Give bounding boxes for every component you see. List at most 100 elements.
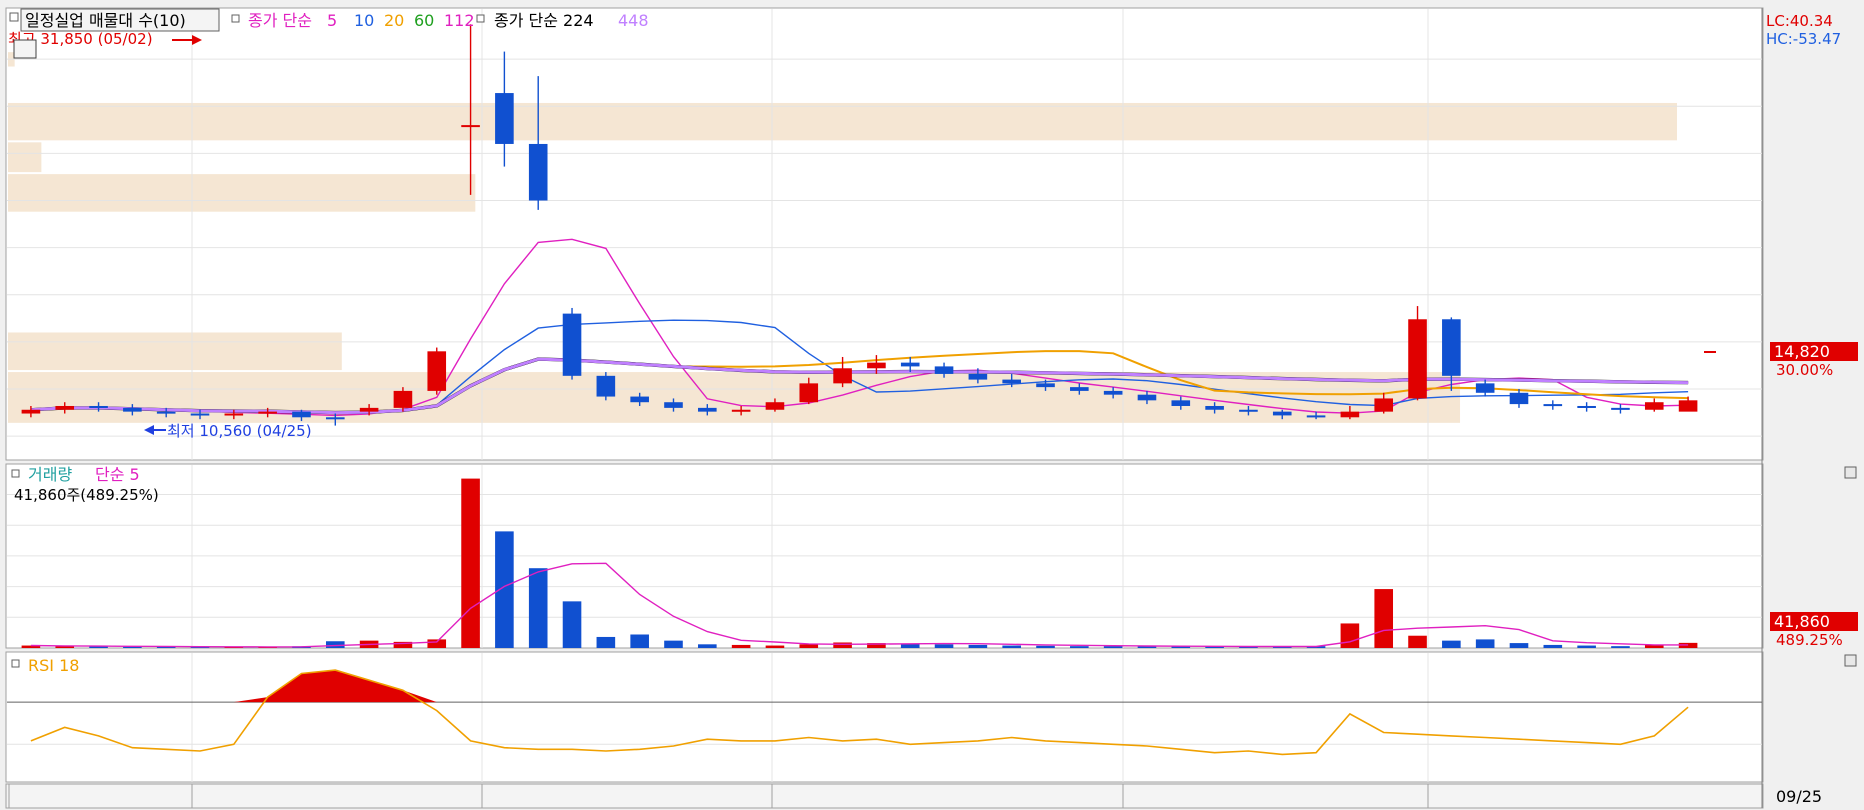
time-axis [5, 783, 1764, 809]
volume-bar [1543, 644, 1563, 648]
candle-body [292, 411, 311, 418]
ma-period-20: 20 [384, 11, 404, 30]
candle-body [1205, 405, 1224, 410]
last-volume-tag: 41,860 [1774, 612, 1830, 631]
candle-body [596, 375, 616, 397]
volume-bar [1577, 645, 1596, 648]
candle-body [799, 383, 819, 403]
candle-body [224, 413, 244, 416]
ma-period-5: 5 [327, 11, 337, 30]
candle-body [1070, 387, 1089, 391]
ma-period-10: 10 [354, 11, 374, 30]
volume-bar [799, 644, 819, 648]
candle-body [528, 143, 548, 201]
volume-bar [427, 639, 447, 648]
candle-body [1611, 407, 1630, 410]
volume-profile-bar [8, 174, 476, 212]
candle-body [89, 405, 108, 408]
volume-profile-bar [8, 142, 42, 173]
volume-bar [833, 642, 852, 648]
candle-body [1408, 319, 1427, 399]
candle-body [968, 373, 988, 380]
candle-body [258, 411, 277, 414]
volume-pct-tag: 489.25% [1776, 631, 1843, 649]
volume-bar [528, 568, 548, 648]
volume-bar [664, 640, 683, 648]
volume-bar [731, 644, 751, 648]
volume-bar [1340, 623, 1360, 648]
candle-body [1340, 411, 1360, 418]
candle-body [900, 362, 920, 367]
candle-body [562, 313, 582, 376]
candle-body [495, 93, 514, 144]
candle-body [325, 417, 345, 420]
volume-close-icon[interactable] [1844, 466, 1857, 479]
candle-body [765, 402, 785, 410]
ma-period-112: 112 [444, 11, 475, 30]
candle-body [1103, 390, 1123, 395]
volume-bar [1070, 646, 1089, 648]
candle-body [123, 407, 142, 412]
volume-value: 41,860주(489.25%) [14, 486, 159, 504]
volume-bar [495, 531, 514, 648]
low-label: 최저 10,560 (04/25) [167, 422, 312, 440]
candle-body [934, 366, 954, 374]
candle-body [833, 368, 852, 384]
volume-bar [1611, 646, 1630, 648]
ma-period-60: 60 [414, 11, 434, 30]
last-price-tag: 14,820 [1774, 342, 1830, 361]
volume-bar [325, 641, 345, 648]
price-pct-tag: 30.00% [1776, 361, 1833, 379]
candle-body [867, 362, 886, 369]
volume-profile-bar [8, 102, 1677, 141]
volume-bar [1509, 643, 1529, 648]
candle-body [1002, 379, 1021, 384]
candle-body [664, 402, 683, 408]
candle-body [359, 407, 379, 412]
chart-canvas[interactable]: 일정실업 매물대 수(10) 종가 단순 5 10 20 60 112 종가 단… [0, 0, 1864, 810]
candle-body [1475, 383, 1495, 393]
volume-bar [1408, 635, 1427, 648]
volume-profile-bar [8, 332, 342, 371]
candle-body [1509, 392, 1529, 405]
lc-stat: LC:40.34 [1766, 12, 1833, 30]
volume-ma-label: 단순 5 [95, 465, 140, 484]
candle-body [21, 409, 41, 414]
candle-body [55, 405, 75, 410]
rsi-panel[interactable] [5, 651, 1764, 783]
volume-bar [1442, 640, 1461, 648]
candle-body [698, 407, 717, 412]
candle-body [731, 409, 751, 412]
candle-body [1543, 404, 1563, 407]
stock-chart-window: 일정실업 매물대 수(10) 종가 단순 5 10 20 60 112 종가 단… [0, 0, 1864, 810]
candle-body [630, 396, 649, 403]
candle-body [1137, 394, 1157, 401]
candle-body [1306, 415, 1326, 418]
rsi-close-icon[interactable] [1844, 654, 1857, 667]
volume-bar [698, 644, 717, 648]
volume-title: 거래량 [28, 465, 72, 484]
candle-body [1239, 409, 1258, 412]
hc-stat: HC:-53.47 [1766, 30, 1841, 48]
candle-body [1272, 411, 1292, 416]
volume-bar [1374, 589, 1394, 648]
volume-bar [1137, 646, 1157, 648]
candle-body [1171, 400, 1191, 406]
volume-bar [630, 634, 649, 648]
candle-body [427, 351, 447, 391]
calendar-icon[interactable] [13, 39, 37, 59]
volume-bar [968, 644, 988, 648]
candle-body [1577, 405, 1596, 408]
volume-bar [934, 644, 954, 648]
end-date-label: 09/25 [1776, 787, 1822, 806]
ma2-extra: 448 [618, 11, 649, 30]
price-legend: 일정실업 매물대 수(10) 종가 단순 5 10 20 60 112 종가 단… [9, 8, 649, 32]
ma2-label: 종가 단순 224 [494, 11, 594, 30]
candle-body [393, 390, 413, 408]
volume-bar [461, 478, 480, 648]
rsi-title: RSI 18 [28, 656, 79, 675]
volume-bar [1036, 645, 1055, 648]
indicator-title[interactable]: 일정실업 매물대 수(10) [25, 11, 186, 30]
ma-prefix: 종가 단순 [248, 11, 312, 30]
volume-bar [1002, 645, 1021, 648]
